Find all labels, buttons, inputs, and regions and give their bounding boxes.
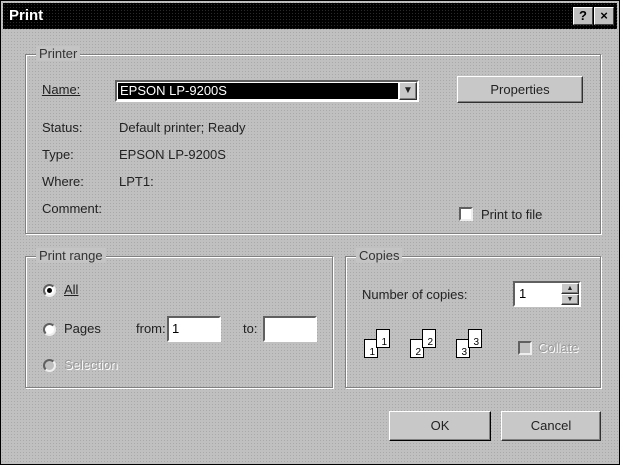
to-label: to: bbox=[243, 321, 258, 336]
ok-label: OK bbox=[430, 418, 450, 433]
status-label: Status: bbox=[42, 120, 83, 135]
copies-value: 1 bbox=[519, 286, 527, 301]
collate-page-icon: 2 bbox=[422, 329, 436, 348]
copies-legend: Copies bbox=[356, 248, 403, 263]
help-button[interactable]: ? bbox=[573, 7, 593, 25]
copies-up-button[interactable]: ▲ bbox=[561, 283, 579, 294]
cancel-label: Cancel bbox=[530, 418, 572, 433]
spin-down-icon: ▼ bbox=[566, 296, 574, 303]
where-label: Where: bbox=[42, 174, 84, 189]
collate-page-icon: 3 bbox=[468, 329, 482, 348]
print-to-file-checkbox[interactable] bbox=[459, 207, 473, 221]
copies-group: Copies Number of copies: 1 ▲ ▼ 1 1 2 2 3… bbox=[345, 248, 601, 388]
collate-page-icon: 1 bbox=[376, 329, 390, 348]
name-label: Name: bbox=[42, 82, 81, 97]
copies-down-button[interactable]: ▼ bbox=[561, 294, 579, 305]
all-radio[interactable] bbox=[43, 284, 56, 297]
from-label: from: bbox=[136, 321, 166, 336]
all-label: All bbox=[64, 282, 79, 297]
close-icon: × bbox=[600, 8, 608, 23]
selection-radio[interactable] bbox=[43, 359, 56, 372]
title-bar: Print ? × bbox=[3, 3, 617, 29]
dropdown-button[interactable]: ▼ bbox=[399, 82, 417, 100]
number-of-copies-label: Number of copies: bbox=[362, 287, 468, 302]
cancel-button[interactable]: Cancel bbox=[501, 411, 601, 441]
printer-name-value: EPSON LP-9200S bbox=[118, 83, 398, 99]
properties-label: Properties bbox=[490, 82, 550, 97]
print-to-file-label: Print to file bbox=[481, 207, 543, 222]
print-range-group: Print range All Pages from: 1 to: Select… bbox=[25, 248, 333, 388]
collate-illustration: 1 1 2 2 3 3 bbox=[364, 327, 504, 367]
printer-group: Printer Name: EPSON LP-9200S ▼ Propertie… bbox=[25, 46, 601, 234]
close-button[interactable]: × bbox=[594, 7, 614, 25]
from-value: 1 bbox=[172, 321, 180, 336]
pages-radio[interactable] bbox=[43, 323, 56, 336]
print-dialog: Print ? × Printer Name: EPSON LP-9200S ▼… bbox=[0, 0, 620, 465]
help-icon: ? bbox=[579, 8, 587, 23]
window-title: Print bbox=[9, 7, 44, 24]
pages-label: Pages bbox=[64, 321, 101, 336]
ok-button[interactable]: OK bbox=[389, 411, 491, 441]
printer-legend: Printer bbox=[36, 46, 81, 61]
to-input[interactable] bbox=[263, 316, 317, 342]
collate-label: Collate bbox=[538, 340, 579, 355]
from-input[interactable]: 1 bbox=[167, 316, 221, 342]
spin-up-icon: ▲ bbox=[566, 285, 574, 292]
comment-label: Comment: bbox=[42, 201, 102, 216]
print-range-legend: Print range bbox=[36, 248, 106, 263]
selection-label: Selection bbox=[64, 357, 118, 372]
copies-spinner[interactable]: 1 ▲ ▼ bbox=[513, 281, 581, 307]
chevron-down-icon: ▼ bbox=[403, 85, 413, 96]
type-value: EPSON LP-9200S bbox=[119, 147, 226, 162]
status-value: Default printer; Ready bbox=[119, 120, 246, 135]
printer-name-select[interactable]: EPSON LP-9200S ▼ bbox=[115, 80, 419, 102]
properties-button[interactable]: Properties bbox=[457, 76, 583, 103]
type-label: Type: bbox=[42, 147, 74, 162]
collate-checkbox[interactable] bbox=[518, 341, 532, 355]
where-value: LPT1: bbox=[119, 174, 154, 189]
